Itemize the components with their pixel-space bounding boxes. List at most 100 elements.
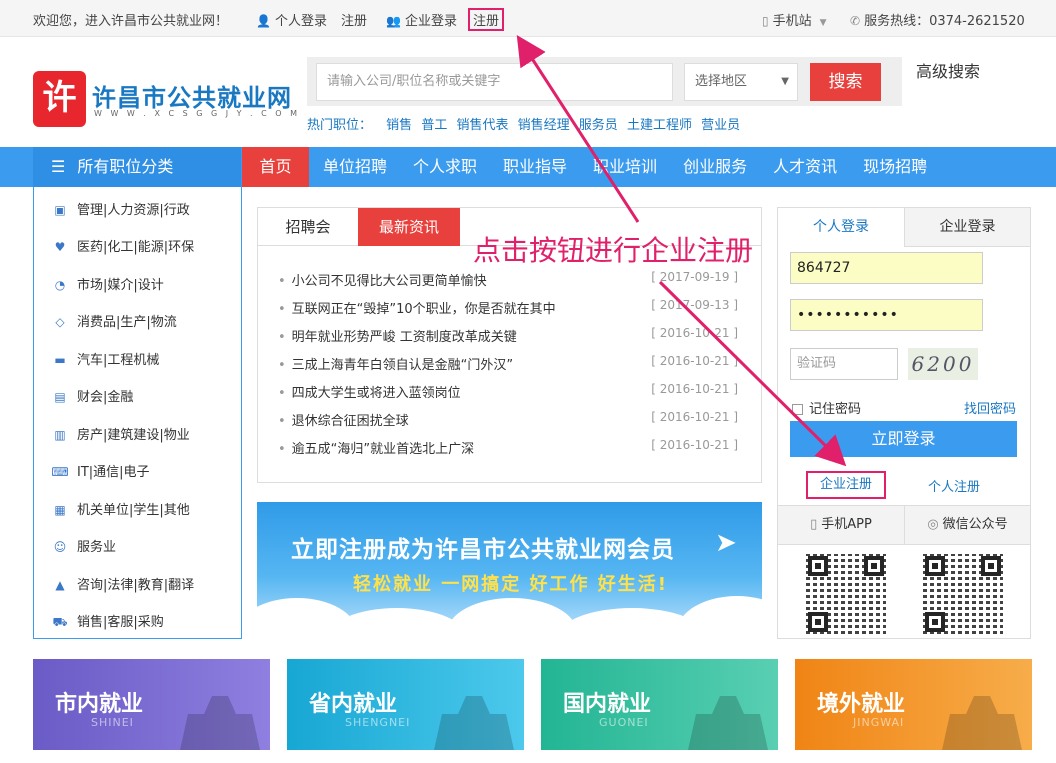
- category-item[interactable]: ▣ 管理|人力资源|行政: [51, 199, 189, 218]
- news-item[interactable]: • 四成大学生或将进入蓝领岗位[ 2016-10-21 ]: [278, 382, 738, 401]
- category-item[interactable]: ▬ 汽车|工程机械: [51, 349, 159, 368]
- landmark-image: [688, 696, 768, 750]
- nav-item[interactable]: 现场招聘: [863, 147, 927, 187]
- users-icon: 👥: [386, 14, 401, 28]
- building-icon: ▥: [54, 428, 66, 442]
- news-item[interactable]: • 互联网正在“毁掉”10个职业，你是否就在其中[ 2017-09-13 ]: [278, 298, 738, 317]
- captcha-input[interactable]: 验证码: [790, 348, 898, 380]
- hot-jobs-label: 热门职位：: [307, 118, 373, 133]
- site-url: W W W . X C S G G J Y . C O M: [94, 109, 300, 118]
- advanced-search-link[interactable]: 高级搜索: [916, 58, 980, 82]
- landmark-image: [434, 696, 514, 750]
- forgot-password-link[interactable]: 找回密码: [964, 398, 1016, 417]
- tab-enterprise-login[interactable]: 企业登录: [904, 208, 1030, 247]
- category-sidebar: ▣ 管理|人力资源|行政 ♥ 医药|化工|能源|环保 ◔ 市场|媒介|设计 ◇ 消费品|…: [33, 187, 242, 639]
- tab-job-fair[interactable]: 招聘会: [258, 208, 358, 246]
- category-item[interactable]: ◇ 消费品|生产|物流: [51, 311, 176, 330]
- menu-icon: ☰: [51, 157, 66, 176]
- banner-title: 立即注册成为许昌市公共就业网会员: [291, 537, 675, 563]
- app-row: ▯ 手机APP ◎ 微信公众号: [778, 505, 1030, 545]
- category-item[interactable]: ▦ 机关单位|学生|其他: [51, 499, 189, 518]
- keyboard-icon: ⌨: [51, 465, 69, 479]
- hot-job-link[interactable]: 服务员: [579, 118, 618, 133]
- nav-item[interactable]: 个人求职: [413, 147, 477, 187]
- phone-icon: ✆: [850, 14, 861, 28]
- hot-jobs: 热门职位： 销售 普工 销售代表 销售经理 服务员 土建工程师 营业员: [307, 114, 745, 133]
- region-card-city[interactable]: 市内就业 SHINEI: [33, 659, 270, 750]
- arrow-right-icon: ➤: [715, 528, 737, 558]
- app-qr-code: [806, 554, 886, 634]
- nav-item[interactable]: 职业培训: [593, 147, 657, 187]
- diamond-icon: ◇: [55, 315, 65, 329]
- category-item[interactable]: ▤ 财会|金融: [51, 386, 133, 405]
- personal-register-button[interactable]: 个人注册: [928, 476, 980, 495]
- all-categories-button[interactable]: ☰ 所有职位分类: [33, 147, 241, 187]
- region-card-overseas[interactable]: 境外就业 JINGWAI: [795, 659, 1032, 750]
- region-card-province[interactable]: 省内就业 SHENGNEI: [287, 659, 524, 750]
- search-button[interactable]: 搜索: [810, 63, 881, 101]
- captcha-image[interactable]: 6200: [908, 348, 978, 380]
- hot-job-link[interactable]: 销售经理: [518, 118, 570, 133]
- personal-register-link[interactable]: 注册: [341, 10, 367, 29]
- category-item[interactable]: ☺ 服务业: [51, 536, 116, 555]
- news-item[interactable]: • 三成上海青年白领自认是金融“门外汉”[ 2016-10-21 ]: [278, 354, 738, 373]
- category-item[interactable]: ⌨ IT|通信|电子: [51, 461, 149, 480]
- annotation-text: 点击按钮进行企业注册: [473, 234, 754, 267]
- pie-chart-icon: ◔: [54, 278, 66, 292]
- checkbox[interactable]: [792, 404, 803, 415]
- enterprise-register-link[interactable]: 注册: [468, 8, 505, 31]
- institution-icon: ▦: [54, 503, 66, 517]
- wechat-tab[interactable]: ◎ 微信公众号: [904, 506, 1030, 544]
- news-item[interactable]: • 退休综合征困扰全球[ 2016-10-21 ]: [278, 410, 738, 429]
- category-item[interactable]: ▥ 房产|建筑建设|物业: [51, 424, 189, 443]
- news-item[interactable]: • 逾五成“海归”就业首选北上广深[ 2016-10-21 ]: [278, 438, 738, 457]
- hot-job-link[interactable]: 销售代表: [456, 118, 508, 133]
- top-bar: 欢迎您，进入许昌市公共就业网！ 👤 个人登录 注册 👥 企业登录 注册 ▯ 手机站 ▼ …: [0, 0, 1056, 37]
- password-field[interactable]: •••••••••••: [790, 299, 983, 331]
- hot-job-link[interactable]: 普工: [421, 118, 447, 133]
- mobile-app-tab[interactable]: ▯ 手机APP: [778, 506, 904, 544]
- username-field[interactable]: 864727: [790, 252, 983, 284]
- enterprise-register-button[interactable]: 企业注册: [806, 471, 886, 499]
- category-item[interactable]: ⛟ 销售|客服|采购: [51, 611, 163, 631]
- site-name: 许昌市公共就业网: [92, 84, 292, 112]
- category-item[interactable]: ▲ 咨询|法律|教育|翻译: [51, 574, 194, 593]
- car-icon: ▬: [54, 353, 66, 367]
- logo[interactable]: 许: [33, 71, 86, 127]
- category-item[interactable]: ◔ 市场|媒介|设计: [51, 274, 164, 293]
- hot-job-link[interactable]: 营业员: [701, 118, 740, 133]
- money-icon: ▤: [54, 390, 66, 404]
- region-select[interactable]: 选择地区 ▼: [684, 63, 798, 101]
- smile-icon: ☺: [53, 540, 67, 554]
- tab-latest-news[interactable]: 最新资讯: [358, 208, 460, 246]
- landmark-image: [942, 696, 1022, 750]
- main-nav: ☰ 所有职位分类 首页 单位招聘 个人求职 职业指导 职业培训 创业服务 人才资讯…: [0, 147, 1056, 187]
- hot-job-link[interactable]: 土建工程师: [627, 118, 692, 133]
- personal-login-link[interactable]: 👤 个人登录: [256, 10, 327, 29]
- graduation-cap-icon: ▲: [55, 578, 65, 592]
- tab-personal-login[interactable]: 个人登录: [778, 208, 904, 247]
- nav-item[interactable]: 职业指导: [503, 147, 567, 187]
- landmark-image: [180, 696, 260, 750]
- chevron-down-icon: ▼: [819, 18, 827, 28]
- nav-item[interactable]: 创业服务: [683, 147, 747, 187]
- nav-item[interactable]: 单位招聘: [323, 147, 387, 187]
- region-card-national[interactable]: 国内就业 GUONEI: [541, 659, 778, 750]
- login-button[interactable]: 立即登录: [790, 421, 1017, 457]
- mobile-icon: ▯: [762, 14, 769, 28]
- login-panel: 个人登录 企业登录 864727 ••••••••••• 验证码 6200 记住…: [777, 207, 1031, 639]
- nav-home[interactable]: 首页: [242, 147, 309, 187]
- mobile-site-link[interactable]: ▯ 手机站 ▼: [762, 10, 827, 29]
- hot-job-link[interactable]: 销售: [386, 118, 412, 133]
- search-bar: 请输入公司/职位名称或关键字 选择地区 ▼ 搜索: [307, 57, 902, 106]
- register-banner[interactable]: 立即注册成为许昌市公共就业网会员 ➤ 轻松就业 一网搞定 好工作 好生活!: [257, 502, 762, 638]
- news-item[interactable]: • 明年就业形势严峻 工资制度改革成关键[ 2016-10-21 ]: [278, 326, 738, 345]
- remember-password[interactable]: 记住密码: [792, 398, 861, 417]
- enterprise-login-link[interactable]: 👥 企业登录: [386, 10, 457, 29]
- mobile-icon: ▯: [810, 517, 818, 532]
- nav-item[interactable]: 人才资讯: [773, 147, 837, 187]
- news-item[interactable]: • 小公司不见得比大公司更简单愉快[ 2017-09-19 ]: [278, 270, 738, 289]
- search-input[interactable]: 请输入公司/职位名称或关键字: [316, 63, 673, 101]
- category-item[interactable]: ♥ 医药|化工|能源|环保: [51, 236, 195, 255]
- cart-icon: ⛟: [52, 615, 68, 629]
